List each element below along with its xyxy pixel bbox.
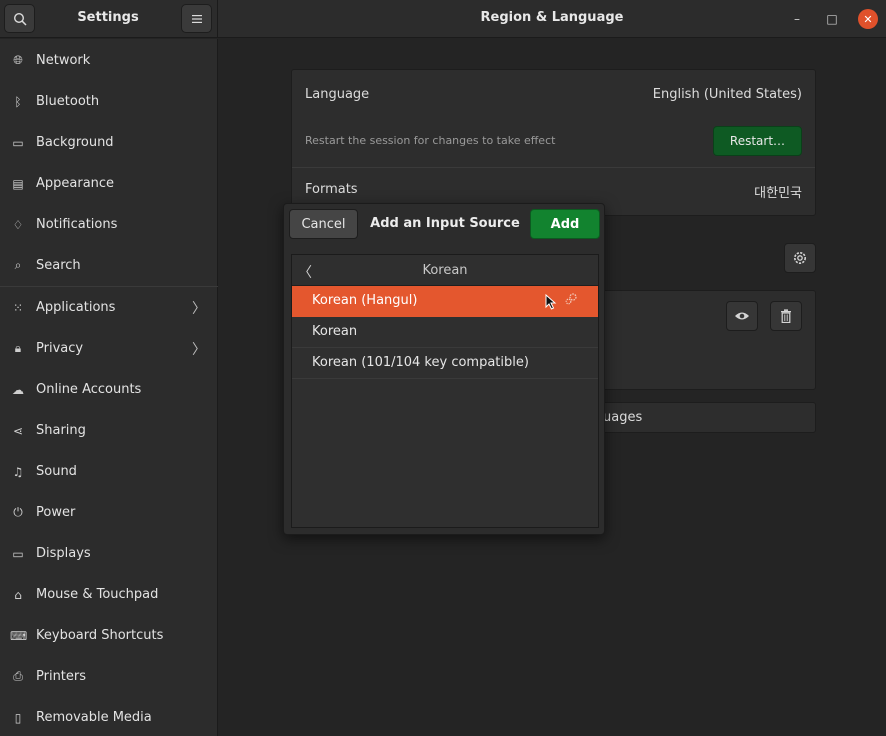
sidebar: 🌐︎ Network ᛒ Bluetooth ▭ Background ▤ Ap…	[0, 39, 218, 736]
appearance-icon: ▤	[12, 176, 24, 191]
removable-media-icon: ▯	[14, 710, 22, 725]
sidebar-item-notifications[interactable]: ♢ Notifications	[0, 204, 218, 245]
sidebar-item-label: Mouse & Touchpad	[36, 587, 159, 602]
sidebar-item-removable-media[interactable]: ▯ Removable Media	[0, 697, 218, 736]
list-item[interactable]: Korean	[292, 317, 598, 348]
sidebar-item-label: Printers	[36, 669, 87, 684]
lock-icon: 🔒︎	[14, 341, 22, 355]
chevron-right-icon: 〉	[192, 341, 206, 358]
applications-grid-icon: ⁙	[12, 300, 24, 315]
power-icon: ⏻	[13, 505, 23, 519]
sidebar-item-power[interactable]: ⏻ Power	[0, 492, 218, 533]
preferences-icon[interactable]	[564, 292, 578, 309]
sidebar-item-appearance[interactable]: ▤ Appearance	[0, 163, 218, 204]
maximize-icon: □	[826, 12, 838, 26]
printer-icon: ⎙	[13, 669, 23, 683]
search-icon	[13, 12, 27, 26]
preview-layout-button[interactable]	[726, 301, 758, 331]
list-header[interactable]: 〈 Korean	[292, 255, 598, 286]
sidebar-item-background[interactable]: ▭ Background	[0, 122, 218, 163]
add-button[interactable]: Add	[530, 209, 600, 239]
background-icon: ▭	[12, 135, 24, 150]
sidebar-item-printers[interactable]: ⎙ Printers	[0, 656, 218, 697]
input-source-list: 〈 Korean Korean (Hangul) Korean Korean (…	[291, 254, 599, 528]
display-icon: ▭	[12, 546, 24, 561]
sidebar-item-label: Background	[36, 135, 114, 150]
share-icon: ⋖	[12, 423, 24, 438]
minimize-button[interactable]: –	[787, 9, 807, 29]
sidebar-item-label: Power	[36, 505, 76, 520]
menu-button[interactable]	[181, 4, 212, 33]
page-title: Region & Language	[480, 10, 624, 25]
sidebar-item-sharing[interactable]: ⋖ Sharing	[0, 410, 218, 451]
language-settings-box: Language English (United States) Restart…	[291, 69, 816, 216]
sidebar-item-keyboard-shortcuts[interactable]: ⌨ Keyboard Shortcuts	[0, 615, 218, 656]
sidebar-item-sound[interactable]: ♫ Sound	[0, 451, 218, 492]
close-icon: ✕	[863, 12, 873, 26]
list-item-label: Korean (Hangul)	[312, 293, 418, 308]
restart-button[interactable]: Restart…	[713, 126, 802, 156]
sidebar-item-label: Applications	[36, 300, 116, 315]
sidebar-item-search[interactable]: ⌕ Search	[0, 245, 218, 286]
dialog-title: Add an Input Source	[370, 216, 520, 231]
music-note-icon: ♫	[12, 464, 24, 479]
sidebar-item-label: Sound	[36, 464, 77, 479]
restart-hint: Restart the session for changes to take …	[305, 134, 556, 147]
cancel-button[interactable]: Cancel	[289, 209, 358, 239]
mouse-pointer-icon	[545, 294, 557, 310]
sidebar-item-label: Online Accounts	[36, 382, 142, 397]
hamburger-menu-icon	[191, 14, 202, 23]
sidebar-item-label: Keyboard Shortcuts	[36, 628, 164, 643]
sidebar-item-label: Appearance	[36, 176, 115, 191]
sidebar-item-label: Sharing	[36, 423, 86, 438]
sidebar-item-bluetooth[interactable]: ᛒ Bluetooth	[0, 81, 218, 122]
sidebar-item-online-accounts[interactable]: ☁ Online Accounts	[0, 369, 218, 410]
sidebar-item-label: Bluetooth	[36, 94, 100, 109]
add-input-source-dialog: Cancel Add an Input Source Add 〈 Korean …	[283, 203, 605, 535]
sidebar-item-label: Displays	[36, 546, 91, 561]
maximize-button[interactable]: □	[822, 9, 842, 29]
formats-value[interactable]: 대한민국	[754, 182, 802, 201]
trash-icon	[781, 309, 791, 323]
gears-icon	[565, 293, 577, 305]
sidebar-item-label: Notifications	[36, 217, 118, 232]
settings-title: Settings	[77, 10, 139, 25]
sidebar-item-applications[interactable]: ⁙ Applications 〉	[0, 287, 218, 328]
list-item-label: Korean	[312, 324, 358, 339]
search-icon: ⌕	[14, 258, 22, 272]
chevron-right-icon: 〉	[192, 300, 206, 317]
list-item[interactable]: Korean (101/104 key compatible)	[292, 348, 598, 379]
minimize-icon: –	[794, 12, 800, 26]
sidebar-item-label: Network	[36, 53, 91, 68]
row-divider	[292, 167, 815, 168]
sidebar-header: Settings	[0, 0, 218, 38]
list-title: Korean	[422, 263, 468, 278]
eye-icon	[735, 312, 749, 320]
formats-label: Formats	[305, 182, 358, 197]
mouse-icon: ⌂	[14, 587, 22, 602]
sidebar-item-mouse-touchpad[interactable]: ⌂ Mouse & Touchpad	[0, 574, 218, 615]
remove-input-source-button[interactable]	[770, 301, 802, 331]
notifications-icon: ♢	[12, 217, 24, 232]
bluetooth-icon: ᛒ	[14, 94, 22, 109]
network-icon: 🌐︎	[13, 53, 23, 67]
sidebar-item-displays[interactable]: ▭ Displays	[0, 533, 218, 574]
sidebar-item-privacy[interactable]: 🔒︎ Privacy 〉	[0, 328, 218, 369]
sidebar-item-label: Search	[36, 258, 81, 273]
search-button[interactable]	[4, 4, 35, 33]
language-label: Language	[305, 87, 370, 102]
manage-languages-label: uages	[603, 410, 643, 425]
list-item[interactable]: Korean (Hangul)	[292, 286, 598, 317]
keyboard-icon: ⌨	[10, 628, 28, 643]
input-source-options-button[interactable]	[784, 243, 816, 273]
sidebar-item-label: Privacy	[36, 341, 84, 356]
sidebar-item-label: Removable Media	[36, 710, 152, 725]
language-value[interactable]: English (United States)	[653, 87, 802, 102]
sidebar-item-network[interactable]: 🌐︎ Network	[0, 40, 218, 81]
list-item-label: Korean (101/104 key compatible)	[312, 355, 529, 370]
cloud-icon: ☁	[12, 382, 24, 397]
header-bar: Settings Region & Language – □ ✕	[0, 0, 886, 38]
gear-icon	[794, 252, 806, 264]
close-button[interactable]: ✕	[858, 9, 878, 29]
